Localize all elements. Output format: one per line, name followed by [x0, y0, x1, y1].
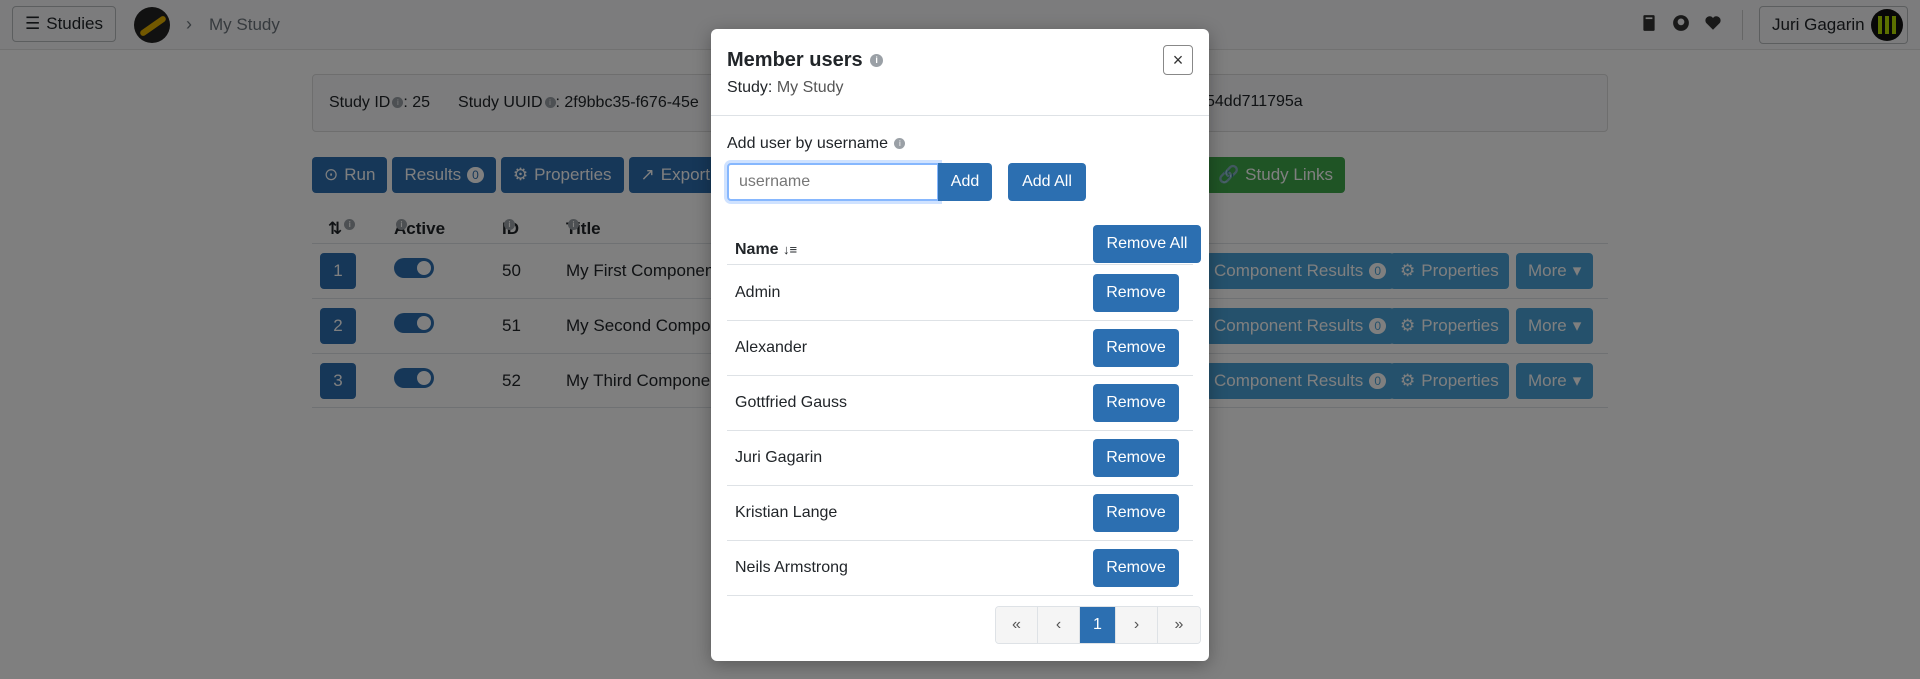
previous-page-button[interactable]: ‹ [1038, 607, 1080, 643]
page-1-button[interactable]: 1 [1080, 607, 1116, 643]
remove-user-button[interactable]: Remove [1093, 384, 1179, 422]
user-name: Admin [735, 284, 781, 301]
info-icon: i [870, 54, 884, 68]
user-name: Gottfried Gauss [735, 394, 848, 411]
modal-subtitle: Study: My Study [727, 79, 844, 96]
pagination: « ‹ 1 › » [995, 606, 1201, 644]
users-table-header: Name ↓≡ Remove All [727, 225, 1201, 265]
list-item: Gottfried Gauss Remove [727, 376, 1193, 431]
info-icon: i [894, 138, 906, 150]
name-sort-header[interactable]: Name ↓≡ [735, 241, 797, 259]
member-users-modal: Member users i Study: My Study × Add use… [711, 29, 1209, 661]
list-item: Admin Remove [727, 266, 1193, 321]
remove-user-button[interactable]: Remove [1093, 549, 1179, 587]
next-page-button[interactable]: › [1116, 607, 1158, 643]
sort-ascending-icon: ↓≡ [783, 242, 798, 257]
username-input[interactable] [727, 163, 939, 201]
add-user-button[interactable]: Add [938, 163, 992, 201]
user-name: Alexander [735, 339, 808, 356]
modal-header: Member users i Study: My Study × [711, 29, 1209, 116]
list-item: Alexander Remove [727, 321, 1193, 376]
list-item: Neils Armstrong Remove [727, 541, 1193, 596]
remove-all-button[interactable]: Remove All [1093, 225, 1201, 263]
remove-user-button[interactable]: Remove [1093, 494, 1179, 532]
user-name: Neils Armstrong [735, 559, 848, 576]
modal-title: Member users i [727, 49, 884, 72]
add-user-label: Add user by username i [727, 135, 906, 153]
remove-user-button[interactable]: Remove [1093, 274, 1179, 312]
close-button[interactable]: × [1163, 45, 1193, 75]
first-page-button[interactable]: « [996, 607, 1038, 643]
remove-user-button[interactable]: Remove [1093, 439, 1179, 477]
list-item: Juri Gagarin Remove [727, 431, 1193, 486]
user-name: Juri Gagarin [735, 449, 823, 466]
close-icon: × [1172, 49, 1184, 70]
add-all-button[interactable]: Add All [1008, 163, 1086, 201]
list-item: Kristian Lange Remove [727, 486, 1193, 541]
remove-user-button[interactable]: Remove [1093, 329, 1179, 367]
user-name: Kristian Lange [735, 504, 838, 521]
last-page-button[interactable]: » [1158, 607, 1200, 643]
